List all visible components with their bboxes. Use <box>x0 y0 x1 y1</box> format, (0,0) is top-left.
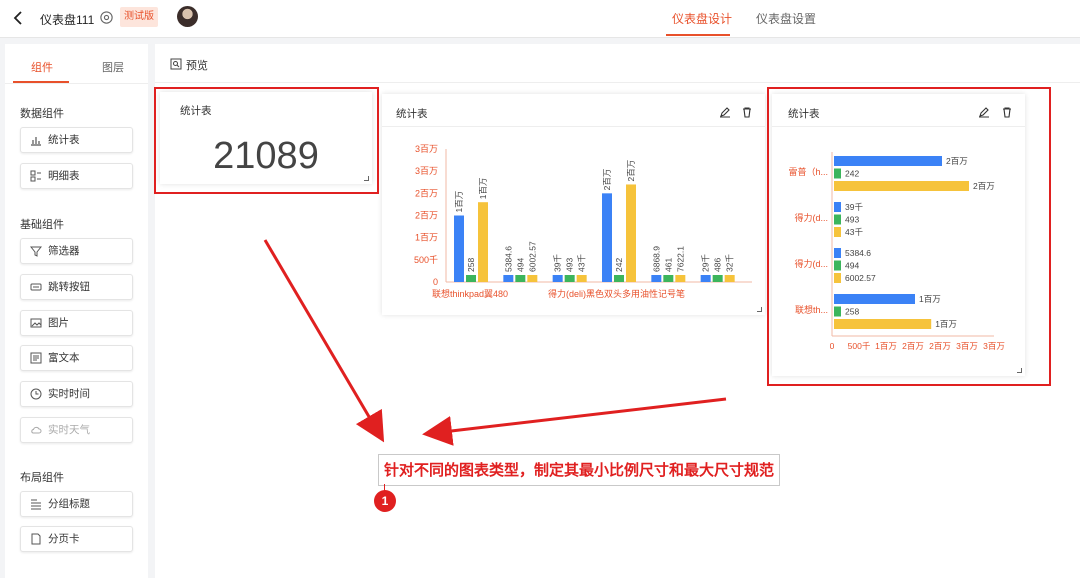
arrow-from-chart <box>422 397 727 446</box>
arrow-from-kpi <box>263 239 385 443</box>
annotation-arrows <box>263 239 727 446</box>
annotation-marker: 1 <box>374 490 396 512</box>
annotation-note: 针对不同的图表类型，制定其最小比例尺寸和最大尺寸规范 <box>378 454 781 486</box>
